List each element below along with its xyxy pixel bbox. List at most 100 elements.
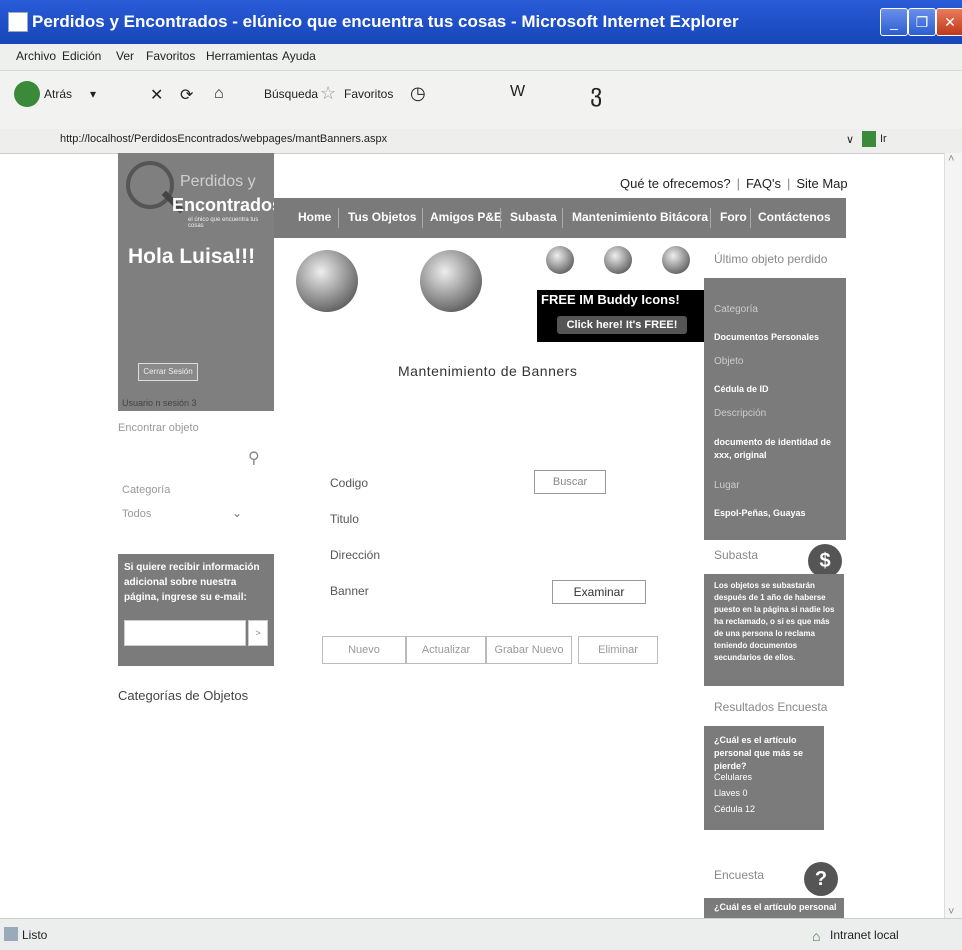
menu-bar: Archivo Edición Ver Favoritos Herramient… <box>0 44 962 71</box>
newsletter-box: Si quiere recibir información adicional … <box>118 554 274 666</box>
actualizar-button[interactable]: Actualizar <box>406 636 486 664</box>
small-emoji-2-icon <box>604 246 632 274</box>
nuevo-button[interactable]: Nuevo <box>322 636 406 664</box>
descripcion-label: Descripción <box>714 408 767 419</box>
home-icon[interactable]: ⌂ <box>214 85 224 103</box>
window-title: Perdidos y Encontrados - elúnico que enc… <box>32 12 739 31</box>
encuesta-box: ¿Cuál es el artículo personal <box>704 898 844 918</box>
resultados-question: ¿Cuál es el artículo personal que más se… <box>714 735 804 771</box>
search-button[interactable]: Búsqueda <box>264 87 318 101</box>
ad-line1: FREE IM Buddy Icons! <box>541 292 680 307</box>
direccion-label: Dirección <box>330 548 381 562</box>
nav-contactenos[interactable]: Contáctenos <box>758 210 831 224</box>
refresh-icon[interactable]: ⟳ <box>180 85 193 105</box>
categoria-label: Categoría <box>714 304 758 315</box>
zone-text: Intranet local <box>830 928 899 942</box>
left-column: Perdidos y Encontrados el único que encu… <box>118 153 282 411</box>
examinar-button[interactable]: Examinar <box>552 580 646 604</box>
eyes-emoji-icon <box>420 250 482 312</box>
messenger-icon[interactable]: ვ <box>590 79 602 108</box>
category-select[interactable]: Todos <box>122 508 151 520</box>
search-label: Encontrar objeto <box>118 422 199 434</box>
maximize-button[interactable]: ❐ <box>908 8 936 36</box>
menu-edicion[interactable]: Edición <box>62 49 101 63</box>
menu-archivo[interactable]: Archivo <box>16 49 56 63</box>
minimize-button[interactable]: _ <box>880 8 908 36</box>
address-input[interactable]: http://localhost/PerdidosEncontrados/web… <box>60 133 387 145</box>
menu-ayuda[interactable]: Ayuda <box>282 49 316 63</box>
resultado-item: Celulares <box>714 772 753 782</box>
ad-banner[interactable]: FREE IM Buddy Icons! Click here! It's FR… <box>537 290 705 342</box>
logo-line1: Perdidos y <box>180 173 256 190</box>
scroll-down-icon[interactable]: ˅ <box>948 906 954 918</box>
email-submit-button[interactable]: > <box>248 620 268 646</box>
email-input[interactable] <box>124 620 246 646</box>
encuesta-question: ¿Cuál es el artículo personal <box>714 902 837 912</box>
go-button[interactable]: Ir <box>880 133 887 145</box>
right-column: Último objeto perdido Categoría Document… <box>704 242 846 918</box>
logo-tagline: el único que encuentra tus cosas <box>188 217 259 229</box>
buscar-button[interactable]: Buscar <box>534 470 606 494</box>
stop-icon[interactable]: ✕ <box>150 85 163 105</box>
resultado-item: Cédula 12 <box>714 804 756 814</box>
back-button[interactable]: Atrás <box>44 87 72 101</box>
poll-icon: ? <box>804 862 838 896</box>
resultados-header: Resultados Encuesta <box>704 694 844 720</box>
go-icon[interactable] <box>862 131 876 147</box>
favorites-star-icon: ☆ <box>320 83 337 103</box>
ultimo-objeto-title: Último objeto perdido <box>704 242 844 268</box>
resultados-box: ¿Cuál es el artículo personal que más se… <box>704 726 824 830</box>
user-greeting: Hola Luisa!!! <box>128 245 256 268</box>
lugar-value: Espol-Peñas, Guayas <box>714 508 806 518</box>
close-button[interactable]: ✕ <box>936 8 962 36</box>
grabar-nuevo-button[interactable]: Grabar Nuevo <box>486 636 572 664</box>
intranet-icon: ⌂ <box>812 928 821 944</box>
nav-amigos[interactable]: Amigos P&E <box>430 210 502 224</box>
lugar-label: Lugar <box>714 480 740 491</box>
page-title: Mantenimiento de Banners <box>398 363 578 379</box>
link-faqs[interactable]: FAQ's <box>746 176 781 191</box>
small-emoji-1-icon <box>546 246 574 274</box>
address-dropdown-icon[interactable]: ∨ <box>846 133 854 146</box>
link-site-map[interactable]: Site Map <box>796 176 847 191</box>
descripcion-value: documento de identidad de xxx, original <box>714 437 832 460</box>
back-icon[interactable] <box>14 81 40 107</box>
page-icon <box>4 927 18 941</box>
subasta-text: Los objetos se subastarán después de 1 a… <box>714 581 835 662</box>
ie-icon <box>8 12 28 32</box>
menu-herramientas[interactable]: Herramientas <box>206 49 278 63</box>
history-icon[interactable]: ◷ <box>410 83 426 104</box>
word-icon[interactable]: W <box>510 83 525 101</box>
search-icon[interactable]: ⚲ <box>248 448 260 468</box>
newsletter-text: Si quiere recibir información adicional … <box>124 562 260 603</box>
titulo-label: Titulo <box>330 512 359 526</box>
nav-tus-objetos[interactable]: Tus Objetos <box>348 210 416 224</box>
status-text: Listo <box>22 928 48 942</box>
dollar-icon: $ <box>808 544 842 578</box>
category-label: Categoría <box>122 484 171 496</box>
eliminar-button[interactable]: Eliminar <box>578 636 658 664</box>
scroll-up-icon[interactable]: ˄ <box>948 153 954 165</box>
codigo-label: Codigo <box>330 476 369 490</box>
logout-button[interactable]: Cerrar Sesión <box>138 363 198 381</box>
laughing-emoji-icon <box>296 250 358 312</box>
link-que-ofrecemos[interactable]: Qué te ofrecemos? <box>620 176 731 191</box>
address-bar: http://localhost/PerdidosEncontrados/web… <box>0 129 962 154</box>
objeto-label: Objeto <box>714 356 744 367</box>
nav-mantenimiento[interactable]: Mantenimiento Bitácora <box>572 210 708 224</box>
back-dropdown-icon[interactable]: ▾ <box>90 87 96 101</box>
small-emoji-3-icon <box>662 246 690 274</box>
scrollbar[interactable]: ˄ ˅ <box>944 153 962 918</box>
objeto-value: Cédula de ID <box>714 384 769 394</box>
top-links: Qué te ofrecemos? | FAQ's | Site Map <box>620 176 848 191</box>
menu-favoritos[interactable]: Favoritos <box>146 49 195 63</box>
nav-subasta[interactable]: Subasta <box>510 210 557 224</box>
chevron-down-icon[interactable]: ⌄ <box>232 506 242 520</box>
subasta-box: Los objetos se subastarán después de 1 a… <box>704 574 844 686</box>
categories-title: Categorías de Objetos <box>118 688 249 703</box>
nav-foro[interactable]: Foro <box>720 210 747 224</box>
menu-ver[interactable]: Ver <box>116 49 134 63</box>
favorites-button[interactable]: Favoritos <box>344 87 393 101</box>
nav-home[interactable]: Home <box>298 210 331 224</box>
ad-click-button[interactable]: Click here! It's FREE! <box>557 316 687 334</box>
